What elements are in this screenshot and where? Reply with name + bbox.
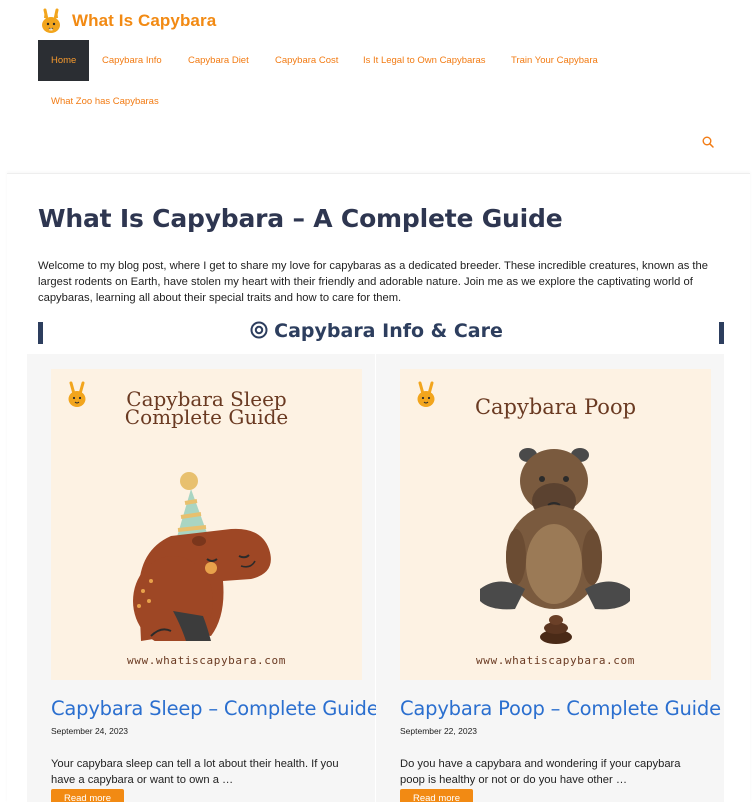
section-heading-label: Capybara Info & Care — [274, 320, 503, 342]
post-date: September 24, 2023 — [51, 726, 129, 736]
page-title: What Is Capybara – A Complete Guide — [38, 204, 563, 233]
thumbnail-title: Capybara Poop — [474, 395, 637, 419]
section-heading: Capybara Info & Care — [0, 320, 753, 342]
site-header: What Is Capybara Home Capybara Info Capy… — [0, 0, 753, 172]
nav-item-capybara-info[interactable]: Capybara Info — [89, 40, 175, 81]
read-more-button[interactable]: Read more — [51, 789, 124, 802]
post-thumbnail[interactable]: Capybara Poop www.whatiscapybara.com — [400, 369, 711, 680]
read-more-button[interactable]: Read more — [400, 789, 473, 802]
nav-item-capybara-diet[interactable]: Capybara Diet — [175, 40, 262, 81]
site-title[interactable]: What Is Capybara — [72, 11, 216, 31]
nav-item-legal-to-own[interactable]: Is It Legal to Own Capybaras — [350, 40, 499, 81]
thumbnail-title-line2: Complete Guide — [124, 405, 289, 429]
capybara-sitting-illustration — [480, 448, 630, 644]
thumbnail-url: www.whatiscapybara.com — [476, 654, 635, 667]
target-icon — [250, 321, 268, 339]
nav-item-zoo-capybaras[interactable]: What Zoo has Capybaras — [38, 81, 172, 122]
bunny-logo-icon — [42, 8, 60, 33]
site-branding[interactable]: What Is Capybara — [38, 6, 216, 36]
post-card: Capybara Poop www.whatiscapybara.com Cap… — [376, 354, 724, 802]
post-title[interactable]: Capybara Poop – Complete Guide — [400, 697, 721, 720]
intro-paragraph: Welcome to my blog post, where I get to … — [38, 260, 708, 304]
nav-item-home[interactable]: Home — [38, 40, 90, 81]
thumbnail-title: Capybara Sleep Complete Guide — [51, 389, 362, 429]
thumbnail-url: www.whatiscapybara.com — [127, 654, 286, 667]
post-excerpt: Do you have a capybara and wondering if … — [400, 758, 681, 786]
post-thumbnail[interactable]: Capybara Sleep Complete Guide www.whatis… — [51, 369, 362, 680]
post-title[interactable]: Capybara Sleep – Complete Guide — [51, 697, 379, 720]
nav-item-capybara-cost[interactable]: Capybara Cost — [262, 40, 351, 81]
post-date: September 22, 2023 — [400, 726, 478, 736]
post-excerpt: Your capybara sleep can tell a lot about… — [51, 758, 339, 786]
post-card: Capybara Sleep Complete Guide www.whatis… — [27, 354, 379, 802]
search-icon[interactable] — [701, 135, 715, 149]
nav-item-train-capybara[interactable]: Train Your Capybara — [498, 40, 611, 81]
capybara-sleeping-illustration — [133, 472, 271, 641]
